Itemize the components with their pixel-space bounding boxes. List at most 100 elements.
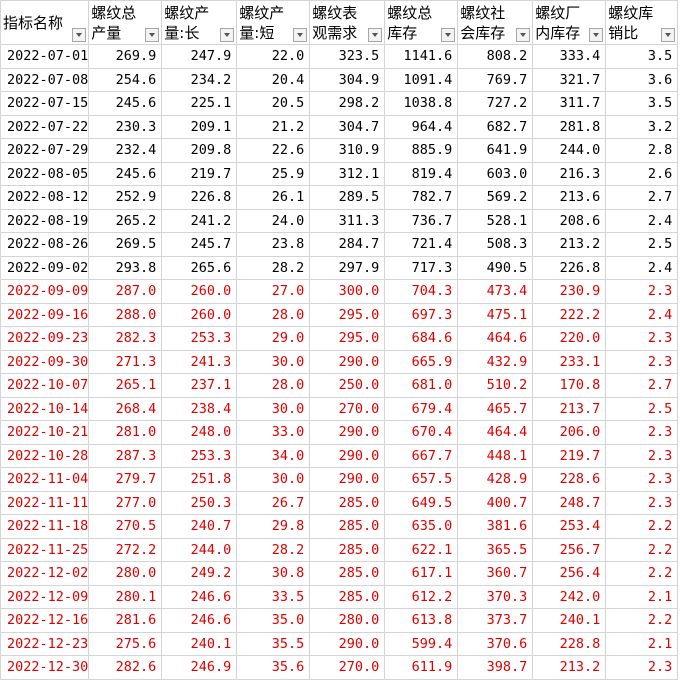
value-cell[interactable]: 230.9 [532, 279, 607, 304]
value-cell[interactable]: 381.6 [457, 514, 534, 539]
value-cell[interactable]: 260.0 [161, 279, 238, 304]
value-cell[interactable]: 230.3 [88, 114, 163, 139]
value-cell[interactable]: 373.7 [457, 608, 534, 633]
value-cell[interactable]: 29.8 [236, 514, 311, 539]
date-cell[interactable]: 2022-09-23 [0, 326, 90, 351]
column-header[interactable]: 螺纹总库存 [384, 0, 459, 45]
date-cell[interactable]: 2022-09-09 [0, 279, 90, 304]
value-cell[interactable]: 237.1 [161, 373, 238, 398]
value-cell[interactable]: 245.6 [88, 91, 163, 116]
value-cell[interactable]: 2.5 [605, 396, 679, 421]
value-cell[interactable]: 30.0 [236, 349, 311, 374]
value-cell[interactable]: 272.2 [88, 537, 163, 562]
value-cell[interactable]: 260.0 [161, 302, 238, 327]
value-cell[interactable]: 2.7 [605, 373, 679, 398]
value-cell[interactable]: 3.2 [605, 114, 679, 139]
value-cell[interactable]: 2.1 [605, 584, 679, 609]
value-cell[interactable]: 285.0 [309, 490, 386, 515]
value-cell[interactable]: 617.1 [384, 561, 459, 586]
column-header[interactable]: 螺纹社会库存 [457, 0, 534, 45]
value-cell[interactable]: 1038.8 [384, 91, 459, 116]
date-cell[interactable]: 2022-07-08 [0, 67, 90, 92]
value-cell[interactable]: 251.8 [161, 467, 238, 492]
value-cell[interactable]: 253.3 [161, 326, 238, 351]
value-cell[interactable]: 657.5 [384, 467, 459, 492]
value-cell[interactable]: 26.7 [236, 490, 311, 515]
value-cell[interactable]: 265.2 [88, 208, 163, 233]
value-cell[interactable]: 298.2 [309, 91, 386, 116]
filter-dropdown-icon[interactable] [220, 28, 235, 42]
value-cell[interactable]: 370.6 [457, 631, 534, 656]
filter-dropdown-icon[interactable] [661, 28, 676, 42]
value-cell[interactable]: 717.3 [384, 255, 459, 280]
value-cell[interactable]: 612.2 [384, 584, 459, 609]
value-cell[interactable]: 28.2 [236, 537, 311, 562]
value-cell[interactable]: 270.5 [88, 514, 163, 539]
value-cell[interactable]: 398.7 [457, 655, 534, 680]
value-cell[interactable]: 238.4 [161, 396, 238, 421]
filter-dropdown-icon[interactable] [368, 28, 383, 42]
value-cell[interactable]: 287.3 [88, 443, 163, 468]
value-cell[interactable]: 293.8 [88, 255, 163, 280]
value-cell[interactable]: 213.6 [532, 185, 607, 210]
date-cell[interactable]: 2022-07-29 [0, 138, 90, 163]
value-cell[interactable]: 682.7 [457, 114, 534, 139]
value-cell[interactable]: 885.9 [384, 138, 459, 163]
date-cell[interactable]: 2022-07-15 [0, 91, 90, 116]
value-cell[interactable]: 20.4 [236, 67, 311, 92]
value-cell[interactable]: 285.0 [309, 514, 386, 539]
value-cell[interactable]: 310.9 [309, 138, 386, 163]
value-cell[interactable]: 216.3 [532, 161, 607, 186]
value-cell[interactable]: 681.0 [384, 373, 459, 398]
value-cell[interactable]: 170.8 [532, 373, 607, 398]
date-cell[interactable]: 2022-12-02 [0, 561, 90, 586]
value-cell[interactable]: 2.3 [605, 443, 679, 468]
value-cell[interactable]: 289.5 [309, 185, 386, 210]
value-cell[interactable]: 2.7 [605, 185, 679, 210]
value-cell[interactable]: 253.3 [161, 443, 238, 468]
value-cell[interactable]: 2.2 [605, 537, 679, 562]
filter-dropdown-icon[interactable] [293, 28, 308, 42]
date-cell[interactable]: 2022-11-18 [0, 514, 90, 539]
value-cell[interactable]: 28.0 [236, 373, 311, 398]
value-cell[interactable]: 228.8 [532, 631, 607, 656]
value-cell[interactable]: 35.5 [236, 631, 311, 656]
value-cell[interactable]: 288.0 [88, 302, 163, 327]
value-cell[interactable]: 30.0 [236, 396, 311, 421]
value-cell[interactable]: 613.8 [384, 608, 459, 633]
date-cell[interactable]: 2022-12-23 [0, 631, 90, 656]
value-cell[interactable]: 2.4 [605, 302, 679, 327]
filter-dropdown-icon[interactable] [589, 28, 604, 42]
value-cell[interactable]: 321.7 [532, 67, 607, 92]
value-cell[interactable]: 622.1 [384, 537, 459, 562]
value-cell[interactable]: 2.2 [605, 561, 679, 586]
value-cell[interactable]: 312.1 [309, 161, 386, 186]
value-cell[interactable]: 432.9 [457, 349, 534, 374]
value-cell[interactable]: 277.0 [88, 490, 163, 515]
value-cell[interactable]: 635.0 [384, 514, 459, 539]
value-cell[interactable]: 697.3 [384, 302, 459, 327]
value-cell[interactable]: 290.0 [309, 420, 386, 445]
value-cell[interactable]: 311.3 [309, 208, 386, 233]
value-cell[interactable]: 220.0 [532, 326, 607, 351]
value-cell[interactable]: 245.7 [161, 232, 238, 257]
value-cell[interactable]: 448.1 [457, 443, 534, 468]
value-cell[interactable]: 808.2 [457, 44, 534, 69]
date-cell[interactable]: 2022-10-28 [0, 443, 90, 468]
value-cell[interactable]: 206.0 [532, 420, 607, 445]
date-cell[interactable]: 2022-10-07 [0, 373, 90, 398]
column-header[interactable]: 螺纹厂内库存 [532, 0, 607, 45]
value-cell[interactable]: 490.5 [457, 255, 534, 280]
value-cell[interactable]: 253.4 [532, 514, 607, 539]
value-cell[interactable]: 213.2 [532, 232, 607, 257]
value-cell[interactable]: 281.8 [532, 114, 607, 139]
value-cell[interactable]: 304.9 [309, 67, 386, 92]
value-cell[interactable]: 2.4 [605, 255, 679, 280]
date-cell[interactable]: 2022-08-26 [0, 232, 90, 257]
value-cell[interactable]: 246.6 [161, 608, 238, 633]
value-cell[interactable]: 234.2 [161, 67, 238, 92]
value-cell[interactable]: 29.0 [236, 326, 311, 351]
value-cell[interactable]: 360.7 [457, 561, 534, 586]
value-cell[interactable]: 2.3 [605, 655, 679, 680]
value-cell[interactable]: 287.0 [88, 279, 163, 304]
